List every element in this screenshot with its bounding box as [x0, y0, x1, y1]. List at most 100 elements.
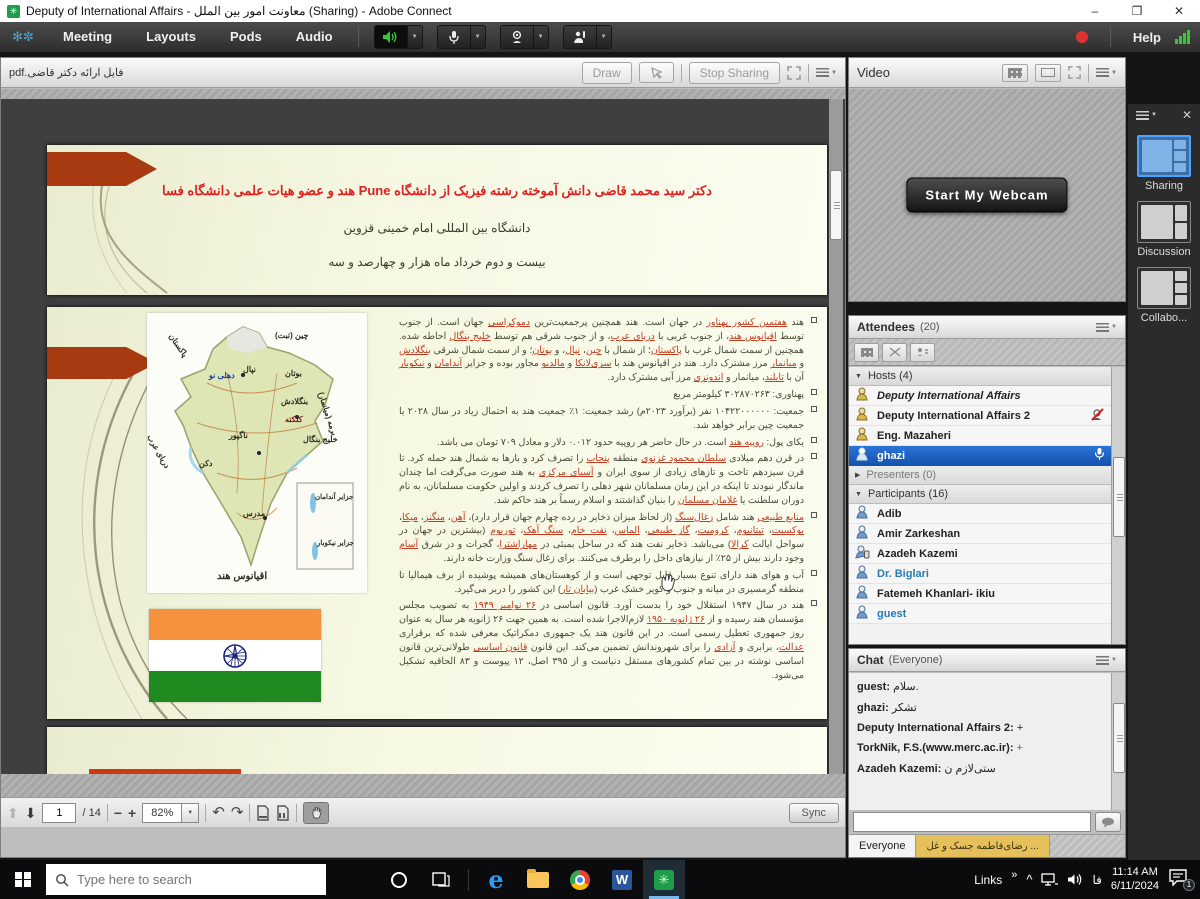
rotate-left-button[interactable]: ↶ [212, 805, 225, 820]
slide-link-text[interactable]: پاکستان [651, 344, 682, 355]
document-scrollbar-thumb[interactable] [830, 170, 842, 240]
layouts-menu-button[interactable]: ▼ [1136, 111, 1157, 120]
page-down-button[interactable]: ⬇ [25, 806, 37, 820]
slide-link-text[interactable]: چین [586, 344, 602, 355]
send-message-button[interactable] [1095, 812, 1121, 832]
slide-link-text[interactable]: بوتان [532, 344, 552, 355]
file-explorer-button[interactable] [517, 860, 559, 899]
slide-link-text[interactable]: بوکسیت [772, 524, 804, 535]
attendee-row[interactable]: Dr. Biglari [849, 564, 1111, 584]
slide-link-text[interactable]: سری‌لانکا [575, 357, 611, 368]
attendee-row[interactable]: Deputy International Affairs [849, 386, 1111, 406]
menu-meeting[interactable]: Meeting [46, 22, 129, 52]
attendee-list-view-button[interactable] [854, 343, 879, 362]
layout-thumbnail-discussion[interactable] [1137, 201, 1191, 243]
search-input[interactable] [77, 872, 287, 887]
slide-link-text[interactable]: غلامان مسلمان [678, 494, 738, 505]
raise-hand-dropdown[interactable]: ▼ [597, 25, 612, 49]
menu-audio[interactable]: Audio [279, 22, 350, 52]
start-webcam-button[interactable]: Start My Webcam [906, 178, 1067, 213]
start-button[interactable] [0, 860, 46, 899]
slide-link-text[interactable]: میکا [402, 511, 418, 522]
slide-link-text[interactable]: قانون اساسی [473, 641, 527, 652]
hand-tool-button[interactable] [303, 802, 329, 824]
slide-link-text[interactable]: آهن [451, 511, 466, 522]
close-button[interactable]: ✕ [1158, 0, 1200, 22]
attendee-row[interactable]: ghazi [849, 446, 1111, 466]
attendee-group-header[interactable]: ▼Hosts (4) [849, 367, 1111, 386]
connection-signal-icon[interactable] [1175, 30, 1190, 44]
speaker-dropdown[interactable]: ▼ [408, 25, 423, 49]
attendee-row[interactable]: Azadeh Kazemi [849, 544, 1111, 564]
slide-link-text[interactable]: مهاراشترا [499, 538, 537, 549]
slide-link-text[interactable]: کرالا [731, 538, 749, 549]
chat-tab-everyone[interactable]: Everyone [849, 835, 916, 857]
slide-link-text[interactable]: روپیه هند [729, 436, 764, 447]
video-pod-menu-button[interactable]: ▼ [1096, 68, 1117, 77]
slide-link-text[interactable]: ۲۶ ژانویه ۱۹۵۰ [647, 613, 705, 624]
breakout-view-button[interactable] [882, 343, 907, 362]
maximize-button[interactable]: ❐ [1116, 0, 1158, 22]
chat-pod-menu-button[interactable]: ▼ [1096, 656, 1117, 665]
attendee-row[interactable]: guest [849, 604, 1111, 624]
slide-link-text[interactable]: سنگ آهک [523, 524, 563, 535]
fit-page-icon[interactable] [256, 805, 270, 821]
slide-link-text[interactable]: تایلند [765, 371, 784, 382]
page-up-button[interactable]: ⬆ [7, 806, 19, 820]
slide-link-text[interactable]: اقیانوس هند [729, 330, 777, 341]
sync-button[interactable]: Sync [789, 803, 839, 823]
attendee-group-header[interactable]: ▼Participants (16) [849, 485, 1111, 504]
zoom-dropdown-icon[interactable]: ▼ [181, 804, 198, 822]
slide-link-text[interactable]: پنجاب [586, 452, 609, 463]
minimize-button[interactable]: – [1074, 0, 1116, 22]
action-center-button[interactable]: 1 [1168, 868, 1192, 892]
cortana-button[interactable] [378, 860, 420, 899]
slide-link-text[interactable]: خلیج بنگال [449, 330, 490, 341]
slide-link-text[interactable]: سلطان محمود غزنوی [641, 452, 726, 463]
chat-tab-private[interactable]: ... رضای‌فاطمه جسک و غل [916, 835, 1049, 857]
fullscreen-icon[interactable] [787, 66, 801, 80]
links-chevron-icon[interactable]: » [1011, 869, 1017, 881]
stop-sharing-button[interactable]: Stop Sharing [689, 62, 780, 84]
layout-item-discussion[interactable]: Discussion [1128, 201, 1200, 258]
task-view-button[interactable] [420, 860, 462, 899]
speaker-button[interactable] [374, 25, 408, 49]
zoom-level-select[interactable]: 82% ▼ [142, 803, 199, 823]
slide-link-text[interactable]: میانمار [771, 357, 797, 368]
draw-button[interactable]: Draw [582, 62, 632, 84]
attendee-row[interactable]: Eng. Mazaheri [849, 426, 1111, 446]
adobe-connect-taskbar-button[interactable]: ✳ [643, 860, 685, 899]
slide-link-text[interactable]: الماس [615, 524, 640, 535]
slide-link-text[interactable]: کرومیت [698, 524, 729, 535]
chat-scrollbar[interactable] [1111, 673, 1125, 810]
slide-link-text[interactable]: مالدیو [542, 357, 565, 368]
slide-link-text[interactable]: هفتمین کشور پهناور [706, 316, 787, 327]
chat-scrollbar-thumb[interactable] [1113, 703, 1125, 773]
single-view-button[interactable] [1035, 64, 1061, 82]
help-menu[interactable]: Help [1133, 30, 1161, 45]
slide-link-text[interactable]: آسیای مرکزی [539, 466, 594, 477]
fit-width-icon[interactable] [276, 805, 290, 821]
layout-thumbnail-collaboration[interactable] [1137, 267, 1191, 309]
zoom-in-button[interactable]: + [128, 806, 136, 820]
slide-link-text[interactable]: منگنز [424, 511, 445, 522]
network-icon[interactable] [1041, 873, 1058, 887]
taskbar-clock[interactable]: 11:14 AM 6/11/2024 [1111, 866, 1159, 894]
menu-layouts[interactable]: Layouts [129, 22, 213, 52]
attendee-row[interactable]: Amir Zarkeshan [849, 524, 1111, 544]
slide-link-text[interactable]: دریای عرب [611, 330, 655, 341]
slide-link-text[interactable]: اندونزی [694, 371, 724, 382]
slide-link-text[interactable]: زغال‌سنگ [675, 511, 713, 522]
chat-message-input[interactable] [853, 812, 1091, 832]
attendee-row[interactable]: Fatemeh Khanlari- ikiu [849, 584, 1111, 604]
webcam-dropdown[interactable]: ▼ [534, 25, 549, 49]
menu-pods[interactable]: Pods [213, 22, 279, 52]
slide-link-text[interactable]: آزادی [714, 641, 735, 652]
slide-link-text[interactable]: تیتانیوم [737, 524, 764, 535]
filmstrip-view-button[interactable] [1002, 64, 1028, 82]
language-indicator[interactable]: فا [1092, 873, 1101, 887]
webcam-button[interactable] [500, 25, 534, 49]
layout-item-sharing[interactable]: Sharing [1128, 135, 1200, 192]
slide-link-text[interactable]: نیکوبار [399, 357, 424, 368]
share-pod-menu-button[interactable]: ▼ [816, 68, 837, 77]
